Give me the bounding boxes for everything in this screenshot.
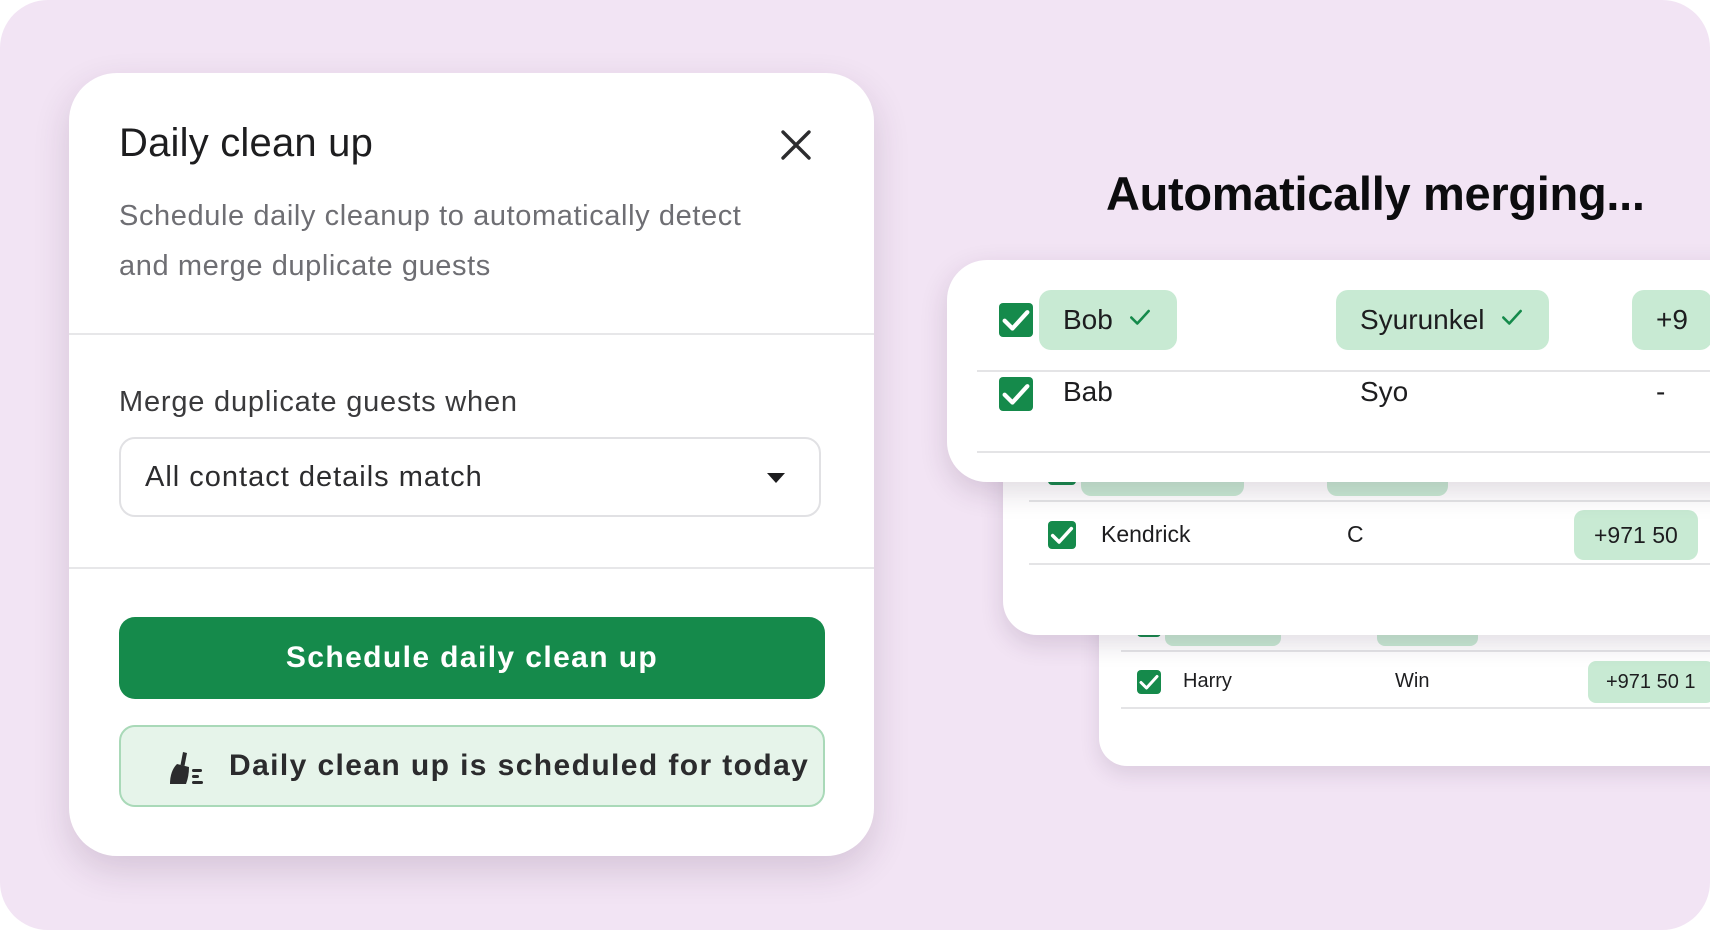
phone-match-pill: +9 xyxy=(1632,290,1710,350)
daily-cleanup-modal: Daily clean up Schedule daily cleanup to… xyxy=(69,73,874,856)
phone-value: +9 xyxy=(1656,304,1688,335)
first-name-match-pill: Bob xyxy=(1039,290,1177,350)
row-divider xyxy=(977,451,1710,453)
row-divider xyxy=(1121,650,1710,652)
phone-value: - xyxy=(1656,376,1666,408)
check-icon xyxy=(1127,304,1153,337)
merge-condition-select[interactable]: All contact details match xyxy=(119,437,821,517)
last-name-value: Win xyxy=(1395,669,1430,692)
check-icon xyxy=(1499,304,1525,337)
row-checkbox[interactable] xyxy=(1048,521,1076,549)
phone-match-pill: +971 50 xyxy=(1574,510,1698,560)
phone-value: +971 50 xyxy=(1594,521,1678,548)
row-checkbox[interactable] xyxy=(999,376,1033,411)
merge-condition-label: Merge duplicate guests when xyxy=(119,386,518,418)
last-name-value: Syurunkel xyxy=(1360,304,1485,335)
row-checkbox[interactable] xyxy=(999,303,1033,337)
merge-condition-value: All contact details match xyxy=(145,461,483,493)
modal-title: Daily clean up xyxy=(119,121,374,165)
last-name-match-pill: Syurunkel xyxy=(1336,290,1549,350)
divider xyxy=(69,567,874,569)
phone-match-pill: +971 50 1 xyxy=(1588,661,1710,703)
first-name-value: Harry xyxy=(1183,669,1232,692)
row-divider xyxy=(1121,707,1710,709)
row-divider xyxy=(1029,563,1710,565)
page-background: Daily clean up Schedule daily cleanup to… xyxy=(0,0,1710,930)
scheduled-status-banner: Daily clean up is scheduled for today xyxy=(119,725,825,807)
row-divider xyxy=(977,370,1710,372)
merge-group-card: Bob Syurunkel +9 Bab Syo - xyxy=(947,260,1710,482)
schedule-cleanup-button[interactable]: Schedule daily clean up xyxy=(119,617,825,699)
row-divider xyxy=(1029,500,1710,502)
divider xyxy=(69,333,874,335)
phone-value: +971 50 1 xyxy=(1606,670,1696,693)
close-icon xyxy=(781,130,811,160)
first-name-value: Kendrick xyxy=(1101,520,1191,547)
first-name-value: Bab xyxy=(1063,376,1113,408)
scheduled-status-text: Daily clean up is scheduled for today xyxy=(229,749,810,782)
last-name-value: C xyxy=(1347,520,1364,547)
merging-title: Automatically merging... xyxy=(1106,167,1645,220)
modal-description: Schedule daily cleanup to automatically … xyxy=(119,200,742,282)
last-name-value: Syo xyxy=(1360,376,1409,408)
first-name-value: Bob xyxy=(1063,304,1113,335)
caret-down-icon xyxy=(767,473,785,483)
close-button[interactable] xyxy=(774,123,818,167)
broom-icon xyxy=(170,752,203,784)
row-checkbox[interactable] xyxy=(1137,670,1161,694)
